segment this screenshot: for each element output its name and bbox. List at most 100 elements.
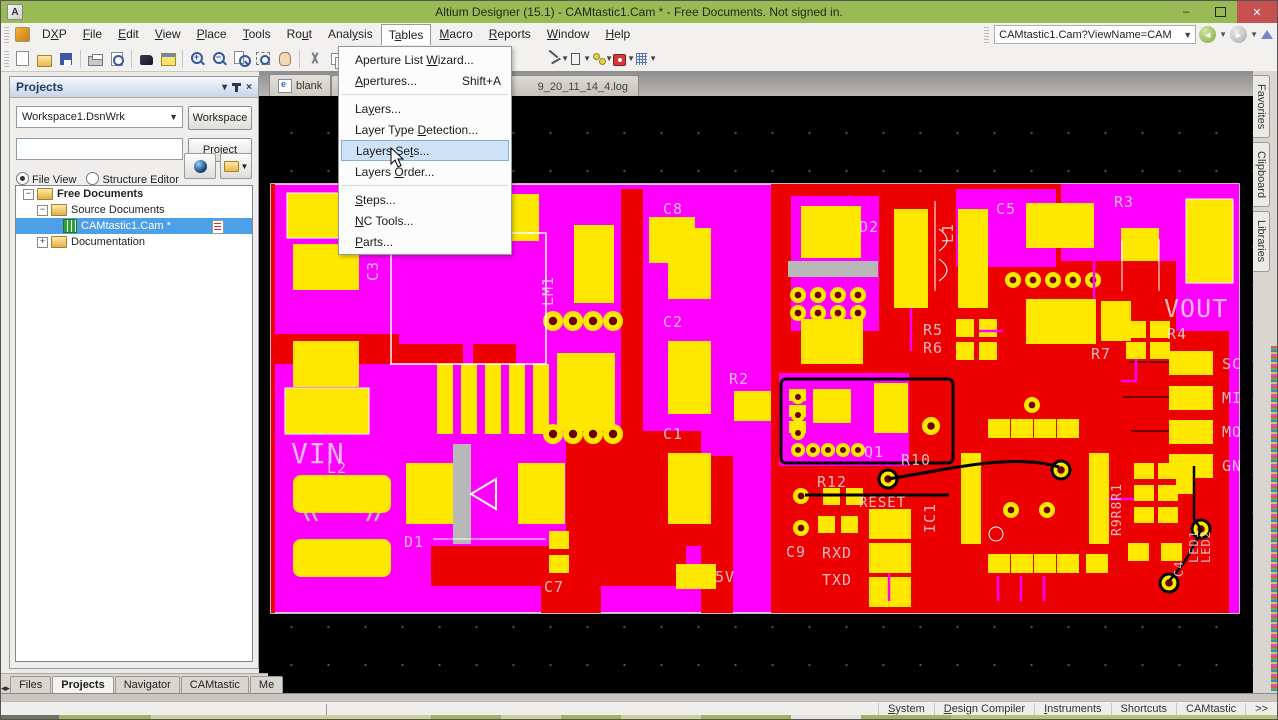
forward-dropdown-icon[interactable]: ▼ xyxy=(1250,30,1258,39)
menu-place[interactable]: Place xyxy=(189,24,235,45)
minimize-button[interactable]: – xyxy=(1169,1,1203,23)
tree-expander-icon[interactable]: − xyxy=(37,205,48,216)
panel-close-icon[interactable]: × xyxy=(246,82,252,93)
right-tab-libraries[interactable]: Libraries xyxy=(1253,211,1270,271)
pad-tool-dropdown-icon[interactable]: ▼ xyxy=(627,54,635,63)
close-button[interactable]: ✕ xyxy=(1237,1,1277,23)
menu-tools[interactable]: Tools xyxy=(235,24,279,45)
tab-blank[interactable]: blank xyxy=(269,74,331,96)
workspace-button[interactable]: Workspace xyxy=(188,106,252,130)
zoom-document-button[interactable] xyxy=(230,48,252,69)
rectangle-tool-dropdown-icon[interactable]: ▼ xyxy=(583,54,591,63)
rectangle-tool-button[interactable]: ▼ xyxy=(569,48,591,69)
status-design-compiler[interactable]: Design Compiler xyxy=(934,703,1034,715)
back-dropdown-icon[interactable]: ▼ xyxy=(1219,30,1227,39)
home-arrow-icon[interactable] xyxy=(1261,30,1273,39)
pcb-label-r10: R10 xyxy=(901,451,931,469)
cam-file-icon xyxy=(63,219,77,233)
menu-bar: DXPFileEditViewPlaceToolsRoutAnalysisTab… xyxy=(1,23,1277,47)
right-tab-favorites[interactable]: Favorites xyxy=(1253,75,1270,138)
back-button[interactable]: ◄ xyxy=(1199,26,1216,43)
tree-expander-icon[interactable]: + xyxy=(37,237,48,248)
tree-item-documentation[interactable]: +Documentation xyxy=(16,234,252,250)
panel-button[interactable] xyxy=(157,48,179,69)
menu-item-nc-tools[interactable]: NC Tools... xyxy=(341,210,509,231)
dxp-logo-icon[interactable] xyxy=(15,27,30,42)
tree-item-camtastic1-cam[interactable]: CAMtastic1.Cam * xyxy=(16,218,252,234)
print-preview-button[interactable] xyxy=(106,48,128,69)
video-artifact xyxy=(1271,346,1278,691)
status->>[interactable]: >> xyxy=(1245,703,1277,715)
pcb-label-c7: C7 xyxy=(544,578,564,596)
print-button[interactable] xyxy=(84,48,106,69)
menu-item-steps[interactable]: Steps... xyxy=(341,189,509,210)
pcb-label-mi: MI xyxy=(1222,389,1242,407)
workspace-combo[interactable]: Workspace1.DsnWrk ▼ xyxy=(16,106,183,128)
grid-tool-button[interactable]: ▼ xyxy=(635,48,657,69)
menu-rout[interactable]: Rout xyxy=(279,24,320,45)
pcb-label-5v: 5V xyxy=(715,568,735,586)
flash-tool-dropdown-icon[interactable]: ▼ xyxy=(605,54,613,63)
open-folder-button[interactable] xyxy=(33,48,55,69)
zoom-out-button[interactable]: − xyxy=(208,48,230,69)
panel-menu-icon[interactable]: ▾ xyxy=(222,82,227,93)
menu-item-apertures[interactable]: Apertures...Shift+A xyxy=(341,70,509,91)
tree-item-free-documents[interactable]: −Free Documents xyxy=(16,186,252,202)
new-document-button[interactable] xyxy=(11,48,33,69)
right-tab-clipboard[interactable]: Clipboard xyxy=(1253,142,1270,207)
menu-file[interactable]: File xyxy=(75,24,110,45)
grid-tool-dropdown-icon[interactable]: ▼ xyxy=(649,54,657,63)
nav-grip[interactable] xyxy=(984,27,989,43)
polyline-tool-button[interactable]: ▼ xyxy=(547,48,569,69)
project-combo[interactable] xyxy=(16,138,183,160)
zoom-in-button[interactable]: + xyxy=(186,48,208,69)
open-project-button[interactable]: ▼ xyxy=(220,153,252,179)
menu-item-layer-type-detection[interactable]: Layer Type Detection... xyxy=(341,119,509,140)
menu-dxp[interactable]: DXP xyxy=(34,24,75,45)
menu-help[interactable]: Help xyxy=(597,24,638,45)
tree-item-source-documents[interactable]: −Source Documents xyxy=(16,202,252,218)
restore-button[interactable] xyxy=(1203,1,1237,23)
save-button[interactable] xyxy=(55,48,77,69)
menu-item-layers-order[interactable]: Layers Order... xyxy=(341,161,509,182)
status-shortcuts[interactable]: Shortcuts xyxy=(1111,703,1176,715)
address-dropdown-icon[interactable]: ▼ xyxy=(1180,30,1195,40)
menu-item-layers-sets[interactable]: Layers Sets... xyxy=(341,140,509,161)
status-camtastic[interactable]: CAMtastic xyxy=(1176,703,1245,715)
menu-view[interactable]: View xyxy=(147,24,189,45)
radio-structure-editor-icon xyxy=(86,172,99,185)
workspace-combo-caret-icon[interactable]: ▼ xyxy=(165,112,182,122)
radio-structure-editor[interactable]: Structure Editor xyxy=(86,172,178,186)
radio-file-view[interactable]: File View xyxy=(16,172,76,186)
tab-log-label: 9_20_11_14_4.log xyxy=(538,81,628,93)
pad-tool-button[interactable]: ▼ xyxy=(613,48,635,69)
tree-expander-icon[interactable]: − xyxy=(23,189,34,200)
menu-tables[interactable]: Tables xyxy=(381,24,432,45)
menu-item-parts[interactable]: Parts... xyxy=(341,231,509,252)
menu-edit[interactable]: Edit xyxy=(110,24,147,45)
compile-button[interactable] xyxy=(184,153,216,179)
menu-analysis[interactable]: Analysis xyxy=(320,24,381,45)
projects-panel-header[interactable]: Projects ▾ × xyxy=(10,77,258,98)
pcb-label-r5: R5 xyxy=(923,321,943,339)
layers-book-button[interactable] xyxy=(135,48,157,69)
title-bar: A Altium Designer (15.1) - CAMtastic1.Ca… xyxy=(1,1,1277,23)
document-address-combo[interactable]: CAMtastic1.Cam?ViewName=CAM ▼ xyxy=(994,25,1196,44)
flash-tool-icon xyxy=(591,51,604,66)
forward-button[interactable]: ► xyxy=(1230,26,1247,43)
pan-hand-button[interactable] xyxy=(274,48,296,69)
toolbar-grip[interactable] xyxy=(4,27,9,43)
cut-button[interactable] xyxy=(303,48,325,69)
flash-tool-button[interactable]: ▼ xyxy=(591,48,613,69)
toolbar-grip-2[interactable] xyxy=(4,51,9,67)
panel-pin-icon[interactable] xyxy=(235,83,238,92)
polyline-tool-dropdown-icon[interactable]: ▼ xyxy=(561,54,569,63)
menu-item-layers[interactable]: Layers... xyxy=(341,98,509,119)
zoom-area-button[interactable] xyxy=(252,48,274,69)
menu-macro[interactable]: Macro xyxy=(431,24,480,45)
menu-reports[interactable]: Reports xyxy=(481,24,539,45)
status-instruments[interactable]: Instruments xyxy=(1034,703,1110,715)
menu-window[interactable]: Window xyxy=(539,24,598,45)
status-system[interactable]: System xyxy=(878,703,934,715)
menu-item-aperture-list-wizard[interactable]: Aperture List Wizard... xyxy=(341,49,509,70)
